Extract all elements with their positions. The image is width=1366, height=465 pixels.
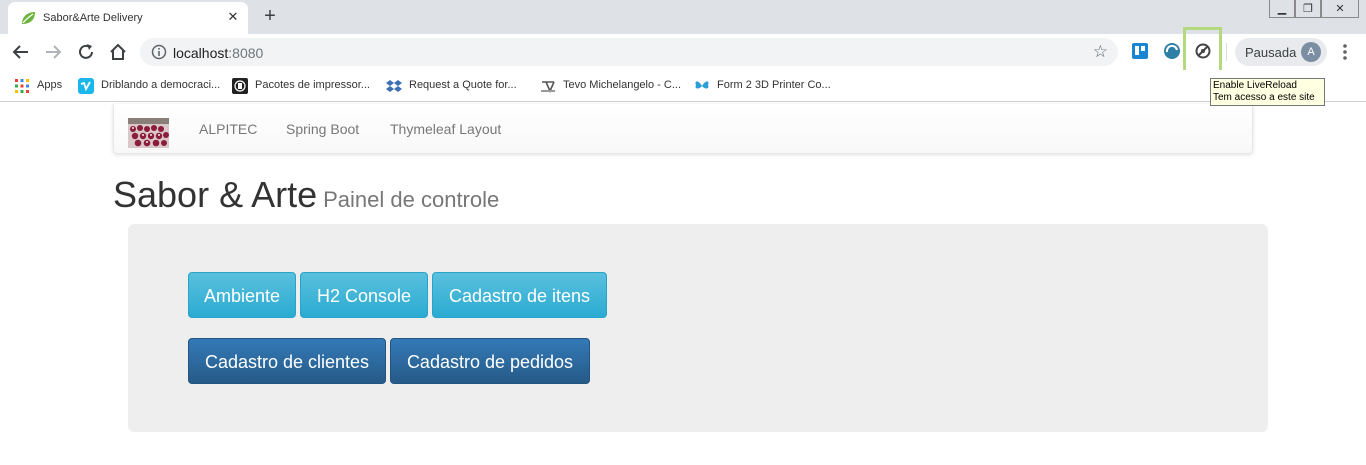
control-panel: Ambiente H2 Console Cadastro de itens Ca… <box>128 224 1268 432</box>
url-host: localhost <box>173 45 229 61</box>
dropbox-icon <box>386 80 402 92</box>
info-icon[interactable] <box>151 44 167 60</box>
minimize-button[interactable]: ▁ <box>1269 0 1295 18</box>
cadastro-pedidos-button[interactable]: Cadastro de pedidos <box>390 338 590 384</box>
extension-highlight-box <box>1183 27 1222 75</box>
spring-leaf-icon <box>22 12 35 24</box>
close-icon: ✕ <box>1335 3 1345 15</box>
ambiente-button[interactable]: Ambiente <box>188 272 296 318</box>
page-subtitle: Painel de controle <box>323 187 500 212</box>
tooltip-line-1: Enable LiveReload <box>1213 80 1297 91</box>
bookmark-item[interactable]: Pacotes de impressor... <box>232 78 377 94</box>
browser-toolbar: localhost:8080 ☆ Pausada A <box>0 34 1366 70</box>
bookmark-item[interactable]: Form 2 3D Printer Co... <box>694 78 834 94</box>
trello-extension-icon[interactable] <box>1131 42 1149 60</box>
forward-arrow-icon[interactable] <box>42 41 64 63</box>
tab-title: Sabor&Arte Delivery <box>43 12 143 24</box>
h2-console-button[interactable]: H2 Console <box>300 272 428 318</box>
address-bar[interactable]: localhost:8080 ☆ <box>140 38 1118 66</box>
bookmark-label: Request a Quote for... <box>409 79 517 91</box>
livereload-tooltip: Enable LiveReload Tem acesso a este site <box>1210 78 1325 106</box>
tab-close-icon[interactable]: ✕ <box>225 9 241 25</box>
close-window-button[interactable]: ✕ <box>1321 0 1359 18</box>
tab-strip: Sabor&Arte Delivery ✕ + ▁ ❐ ✕ <box>0 0 1366 34</box>
profile-button[interactable]: Pausada A <box>1235 38 1327 66</box>
printer-package-icon <box>232 78 248 94</box>
wave-extension-icon[interactable] <box>1163 42 1181 60</box>
toolbar-separator <box>1226 43 1227 61</box>
bookmark-label: Form 2 3D Printer Co... <box>717 79 831 91</box>
tooltip-line-2: Tem acesso a este site <box>1213 92 1315 103</box>
reload-icon[interactable] <box>75 41 97 63</box>
restore-icon: ❐ <box>1303 3 1313 15</box>
bookmarks-bar: Apps Driblando a democraci... Pacotes de… <box>0 70 1366 102</box>
cadastro-clientes-button[interactable]: Cadastro de clientes <box>188 338 386 384</box>
bookmark-item[interactable]: Tevo Michelangelo - C... <box>540 78 685 94</box>
profile-label: Pausada <box>1245 45 1297 60</box>
url-text[interactable]: localhost:8080 <box>173 45 263 61</box>
cadastro-itens-button[interactable]: Cadastro de itens <box>432 272 607 318</box>
page-title: Sabor & Arte Painel de controle <box>113 174 499 216</box>
browser-tab[interactable]: Sabor&Arte Delivery ✕ <box>8 2 248 34</box>
vimeo-icon <box>78 78 94 94</box>
avatar: A <box>1301 42 1321 62</box>
apps-grid-icon <box>15 79 29 93</box>
nav-link-spring-boot[interactable]: Spring Boot <box>286 121 359 137</box>
url-port: :8080 <box>228 45 264 61</box>
butterfly-icon <box>695 81 709 89</box>
home-icon[interactable] <box>107 41 129 63</box>
bookmark-item[interactable]: Driblando a democraci... <box>78 78 223 94</box>
tevo-icon <box>541 81 555 93</box>
page-title-main: Sabor & Arte <box>113 174 318 215</box>
bookmark-star-icon[interactable]: ☆ <box>1093 42 1108 62</box>
minimize-icon: ▁ <box>1277 3 1287 15</box>
bakery-image[interactable] <box>128 118 169 148</box>
nav-link-alpitec[interactable]: ALPITEC <box>199 121 257 137</box>
bookmark-label: Apps <box>37 79 63 91</box>
bookmark-item[interactable]: Request a Quote for... <box>386 78 526 94</box>
bookmark-label: Tevo Michelangelo - C... <box>563 79 681 91</box>
bookmark-label: Driblando a democraci... <box>101 79 221 91</box>
kebab-menu-icon[interactable] <box>1337 42 1353 62</box>
new-tab-button[interactable]: + <box>259 5 281 27</box>
restore-button[interactable]: ❐ <box>1295 0 1321 18</box>
site-navbar: ALPITEC Spring Boot Thymeleaf Layout <box>113 104 1253 154</box>
bookmark-label: Pacotes de impressor... <box>255 79 370 91</box>
nav-link-thymeleaf-layout[interactable]: Thymeleaf Layout <box>390 121 501 137</box>
bookmark-apps[interactable]: Apps <box>14 78 74 94</box>
back-arrow-icon[interactable] <box>10 41 32 63</box>
